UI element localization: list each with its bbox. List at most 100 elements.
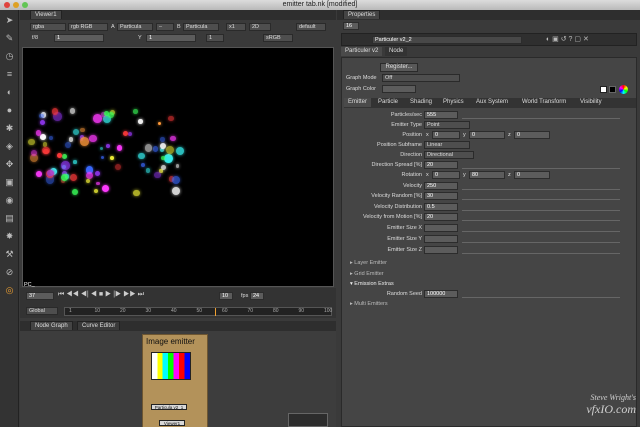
colorbars-thumbnail[interactable]: [151, 352, 191, 380]
velocity-input[interactable]: 250: [424, 182, 458, 190]
velocity-distribution-input[interactable]: 0.5: [424, 203, 458, 211]
tab-viewer1[interactable]: Viewer1: [30, 10, 62, 19]
channel-icon[interactable]: ≡: [3, 68, 16, 80]
particles-sec-slider[interactable]: [462, 111, 620, 119]
tab-shading[interactable]: Shading: [406, 98, 436, 107]
draw-icon[interactable]: ✎: [3, 32, 16, 44]
lut-dropdown[interactable]: default: [296, 23, 326, 31]
filter-icon[interactable]: ●: [3, 104, 16, 116]
color-swatch-white[interactable]: [600, 86, 607, 93]
rotation-x-input[interactable]: 0: [432, 171, 460, 179]
color-wheel-icon[interactable]: [619, 85, 628, 94]
properties-count-input[interactable]: 16: [343, 22, 359, 30]
color-swatch-black[interactable]: [609, 86, 616, 93]
view-mode-dropdown[interactable]: 2D: [249, 23, 271, 31]
playhead[interactable]: [215, 308, 216, 316]
particles-icon[interactable]: ✸: [3, 230, 16, 242]
velocity-random-slider[interactable]: [462, 192, 620, 200]
node-header-icons[interactable]: ◐ ▣ ↺ ? ▢ ✕: [546, 35, 589, 43]
tab-world-transform[interactable]: World Transform: [518, 98, 570, 107]
toolsets-icon[interactable]: ⚒: [3, 248, 16, 260]
emitter-size-y-slider[interactable]: [462, 235, 620, 243]
particle-dot: [117, 145, 123, 151]
zoom-dropdown[interactable]: x1: [226, 23, 246, 31]
colorspace-dropdown[interactable]: sRGB: [263, 34, 293, 42]
direction-spread-slider[interactable]: [462, 161, 620, 169]
tab-node[interactable]: Node: [385, 47, 408, 56]
channel-select-dropdown[interactable]: rgb RGB: [68, 23, 108, 31]
emitter-size-y-input[interactable]: [424, 235, 458, 243]
velocity-from-motion-input[interactable]: 20: [424, 213, 458, 221]
direction-dropdown[interactable]: Directional: [424, 151, 474, 159]
backdrop-node[interactable]: Image emitter Particula v2_1 Viewer1: [142, 334, 208, 427]
node-graph-canvas[interactable]: Image emitter Particula v2_1 Viewer1: [20, 331, 336, 427]
emitter-type-dropdown[interactable]: Point: [424, 121, 470, 129]
node-name-input[interactable]: Particuler v2_2: [372, 36, 522, 44]
3d-icon[interactable]: ▣: [3, 176, 16, 188]
keyer-icon[interactable]: ✱: [3, 122, 16, 134]
position-y-input[interactable]: 0: [469, 131, 505, 139]
tab-emitter[interactable]: Emitter: [344, 98, 372, 107]
minimize-window-button[interactable]: [13, 2, 19, 8]
random-seed-slider[interactable]: [462, 290, 620, 298]
color-icon[interactable]: ◐: [3, 86, 16, 98]
a-input-dropdown[interactable]: Particula: [117, 23, 153, 31]
velocity-slider[interactable]: [462, 182, 620, 190]
close-window-button[interactable]: [4, 2, 10, 8]
composite-dropdown[interactable]: –: [156, 23, 174, 31]
channels-dropdown[interactable]: rgba: [30, 23, 66, 31]
emitter-size-x-slider[interactable]: [462, 224, 620, 232]
particula-node[interactable]: Particula v2_1: [151, 404, 187, 410]
metadata-icon[interactable]: ▤: [3, 212, 16, 224]
grid-emitter-section[interactable]: ▸ Grid Emitter: [350, 271, 384, 277]
current-frame-input[interactable]: 37: [26, 292, 54, 300]
position-x-input[interactable]: 0: [432, 131, 460, 139]
velocity-from-motion-slider[interactable]: [462, 213, 620, 221]
pointer-icon[interactable]: ➤: [3, 14, 16, 26]
graph-mode-dropdown[interactable]: Off: [382, 74, 460, 82]
emission-extras-section[interactable]: ▾ Emission Extras: [350, 281, 394, 287]
other-icon[interactable]: ⊘: [3, 266, 16, 278]
layer-emitter-section[interactable]: ▸ Layer Emitter: [350, 260, 387, 266]
timeline-ruler[interactable]: 1 10 20 30 40 50 60 70 80 90 100: [64, 307, 332, 316]
position-z-input[interactable]: 0: [514, 131, 550, 139]
tab-particuler[interactable]: Particuler v2: [341, 47, 383, 56]
fps-input[interactable]: 24: [250, 292, 264, 300]
emitter-size-z-input[interactable]: [424, 246, 458, 254]
register-button[interactable]: Register...: [380, 63, 418, 72]
rotation-y-input[interactable]: 80: [469, 171, 505, 179]
particles-sec-input[interactable]: 555: [424, 111, 458, 119]
velocity-random-input[interactable]: 30: [424, 192, 458, 200]
tab-aux-system[interactable]: Aux System: [472, 98, 512, 107]
emitter-size-x-input[interactable]: [424, 224, 458, 232]
multi-emitters-section[interactable]: ▸ Multi Emitters: [350, 301, 388, 307]
tab-particle[interactable]: Particle: [374, 98, 402, 107]
b-input-dropdown[interactable]: Particula: [183, 23, 219, 31]
tab-node-graph[interactable]: Node Graph: [30, 321, 73, 330]
gamma-input[interactable]: 1: [146, 34, 196, 42]
zoom-window-button[interactable]: [22, 2, 28, 8]
direction-spread-input[interactable]: 20: [424, 161, 458, 169]
frame-dropdown[interactable]: 1: [206, 34, 224, 42]
graph-color-input[interactable]: [382, 85, 416, 93]
views-icon[interactable]: ◉: [3, 194, 16, 206]
step-input[interactable]: 10: [219, 292, 233, 300]
time-icon[interactable]: ◷: [3, 50, 16, 62]
random-seed-input[interactable]: 100000: [424, 290, 458, 298]
position-subframe-dropdown[interactable]: Linear: [424, 141, 470, 149]
tab-curve-editor[interactable]: Curve Editor: [77, 321, 121, 330]
velocity-distribution-slider[interactable]: [462, 203, 620, 211]
gain-input[interactable]: 1: [54, 34, 104, 42]
viewer-node[interactable]: Viewer1: [159, 420, 185, 426]
tab-physics[interactable]: Physics: [439, 98, 468, 107]
emitter-size-z-slider[interactable]: [462, 246, 620, 254]
viewer-canvas[interactable]: [22, 47, 334, 287]
range-mode-dropdown[interactable]: Global: [26, 307, 58, 315]
tab-visibility[interactable]: Visibility: [576, 98, 606, 107]
merge-icon[interactable]: ◈: [3, 140, 16, 152]
tab-properties[interactable]: Properties: [343, 10, 381, 19]
plugin-icon[interactable]: ◎: [3, 284, 16, 296]
minimap[interactable]: [288, 413, 328, 427]
rotation-z-input[interactable]: 0: [514, 171, 550, 179]
transform-icon[interactable]: ✥: [3, 158, 16, 170]
